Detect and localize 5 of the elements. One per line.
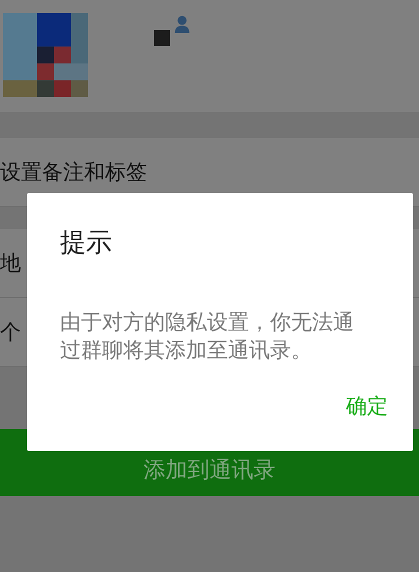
confirm-button[interactable]: 确定 — [342, 388, 392, 424]
person-icon — [174, 14, 192, 34]
square-icon — [154, 30, 170, 46]
dialog-message: 由于对方的隐私设置，你无法通过群聊将其添加至通讯录。 — [60, 309, 355, 364]
dialog-title: 提示 — [60, 227, 113, 260]
